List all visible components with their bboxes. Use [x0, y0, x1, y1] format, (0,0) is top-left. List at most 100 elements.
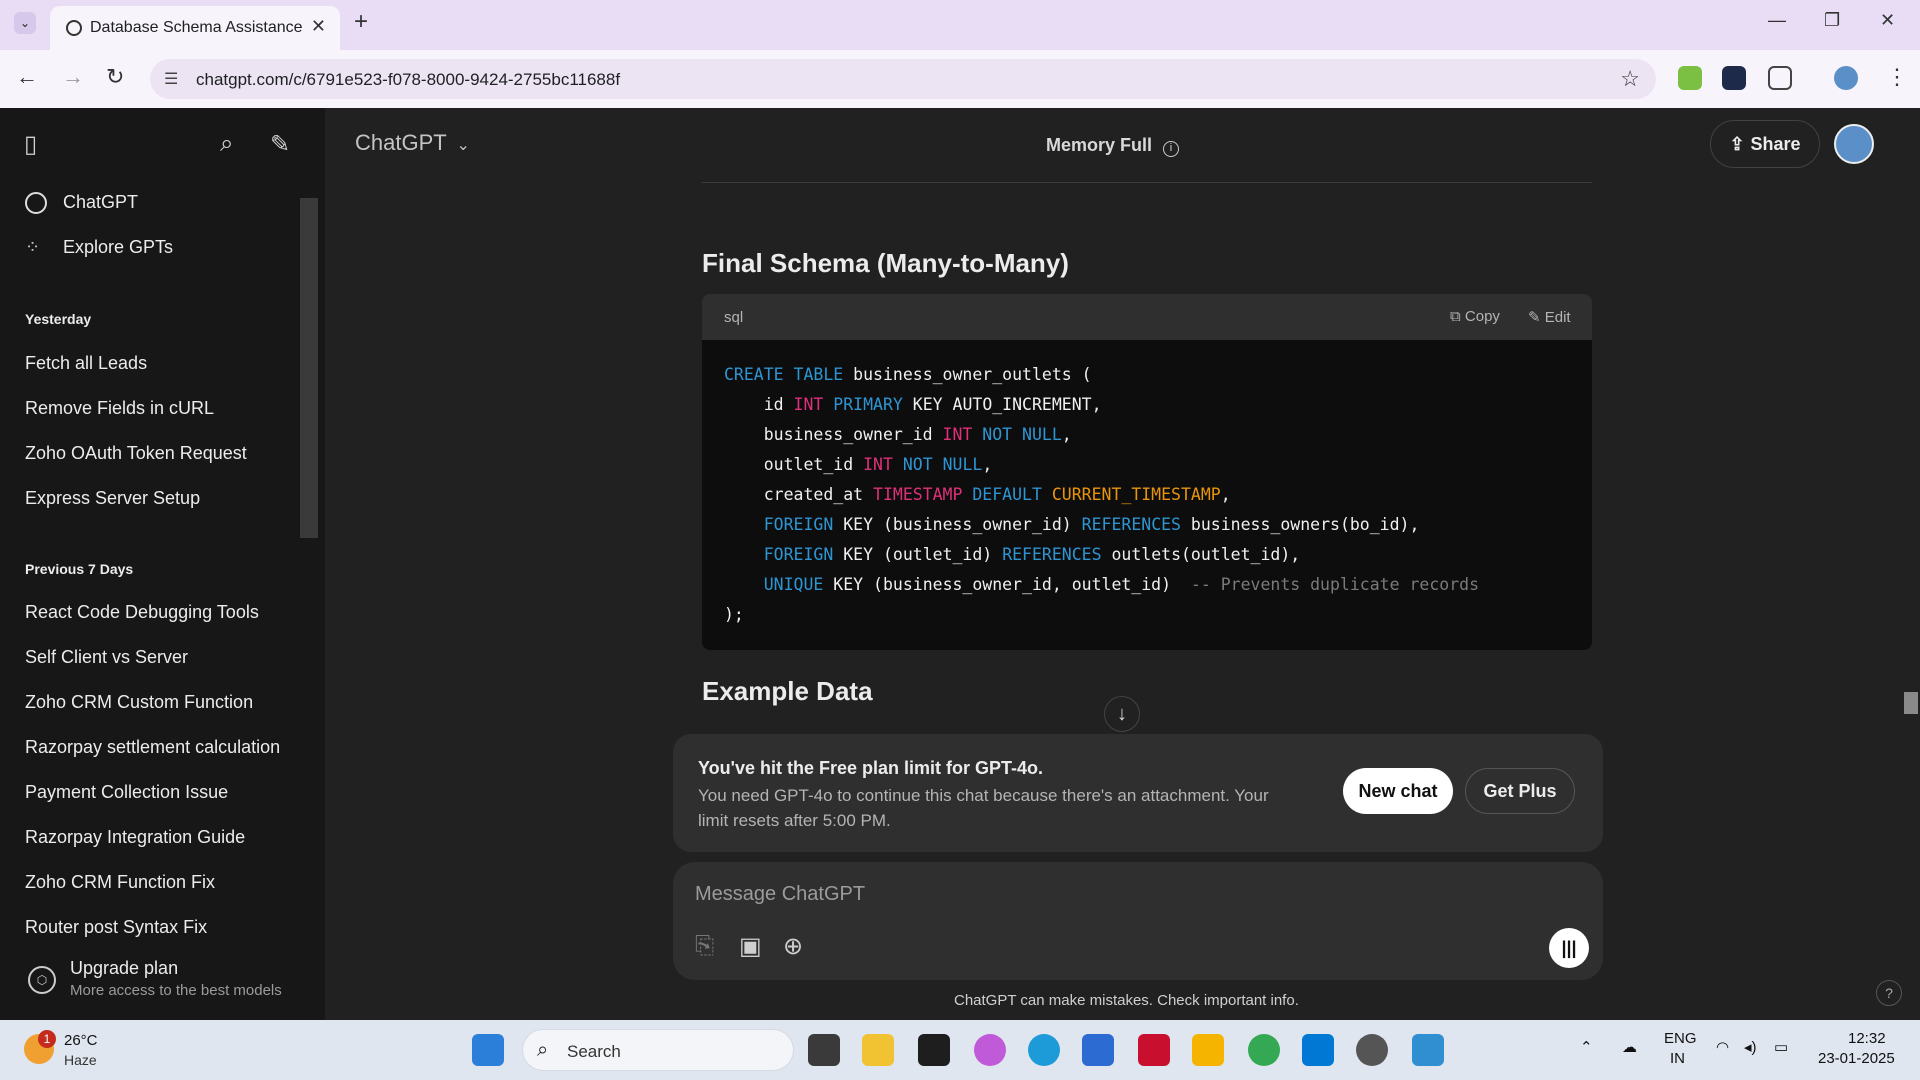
chat-history-item[interactable]: Router post Syntax Fix — [25, 917, 207, 937]
terminal-icon[interactable] — [918, 1034, 950, 1066]
restore-icon[interactable]: ❐ — [1824, 10, 1840, 31]
task-view-icon[interactable] — [808, 1034, 840, 1066]
sidebar-group-heading: Previous 7 Days — [25, 561, 134, 577]
mcafee-icon[interactable] — [1138, 1034, 1170, 1066]
get-plus-button[interactable]: Get Plus — [1465, 768, 1575, 814]
onedrive-cloud-icon[interactable]: ☁ — [1622, 1038, 1637, 1056]
clock-date: 23-01-2025 — [1818, 1050, 1895, 1067]
chatgpt-favicon-icon — [66, 20, 82, 36]
code-line: outlet_id INT NOT NULL, — [724, 455, 993, 474]
chat-history-item[interactable]: React Code Debugging Tools — [25, 602, 259, 623]
search-icon[interactable]: ⌕ — [220, 130, 233, 158]
memory-label: Memory Full — [1046, 135, 1153, 155]
profile-avatar-icon[interactable] — [1834, 66, 1858, 90]
clock-time[interactable]: 12:32 — [1848, 1030, 1886, 1047]
app-icon[interactable] — [1356, 1034, 1388, 1066]
tab-search-dropdown-icon[interactable]: ⌄ — [14, 12, 36, 34]
sidebar-item-explore-gpts[interactable]: ⁘ Explore GPTs — [25, 237, 173, 258]
input-language[interactable]: ENG — [1664, 1030, 1697, 1047]
globe-search-icon[interactable]: ⊕ — [783, 932, 803, 961]
chat-history-item[interactable]: Express Server Setup — [25, 488, 200, 509]
model-selector[interactable]: ChatGPT ⌄ — [355, 130, 470, 156]
attach-paperclip-icon[interactable]: ⎘ — [695, 932, 714, 960]
upgrade-subtitle: More access to the best models — [70, 982, 282, 999]
code-line: ); — [724, 605, 744, 624]
chat-history-item[interactable]: Razorpay Integration Guide — [25, 827, 245, 848]
memory-status[interactable]: Memory Full i — [1046, 135, 1180, 157]
url-text: chatgpt.com/c/6791e523-f078-8000-9424-27… — [196, 70, 621, 89]
chat-history-item[interactable]: Self Client vs Server — [25, 647, 188, 668]
sidebar-item-chatgpt[interactable]: ChatGPT — [25, 192, 138, 215]
frog-extension-icon[interactable] — [1678, 66, 1702, 90]
new-chat-edit-icon[interactable]: ✎ — [270, 130, 290, 159]
address-bar[interactable]: ☰ chatgpt.com/c/6791e523-f078-8000-9424-… — [150, 59, 1656, 99]
browser-menu-icon[interactable]: ⋮ — [1886, 64, 1908, 90]
chat-history-item[interactable]: Payment Collection Issue — [25, 782, 228, 803]
edge-browser-icon[interactable] — [1028, 1034, 1060, 1066]
message-input[interactable] — [695, 876, 1575, 912]
photos-app-icon[interactable] — [1412, 1034, 1444, 1066]
toggle-sidebar-icon[interactable]: ▯ — [24, 130, 37, 159]
upgrade-plan-button[interactable]: ⬡ Upgrade plan More access to the best m… — [0, 946, 325, 1020]
new-chat-button[interactable]: New chat — [1343, 768, 1453, 814]
plan-limit-banner: You've hit the Free plan limit for GPT-4… — [673, 734, 1603, 852]
tools-icon[interactable]: ▣ — [739, 932, 762, 961]
section-heading: Example Data — [702, 676, 873, 706]
edit-code-button[interactable]: ✎ Edit — [1528, 308, 1571, 326]
tray-overflow-icon[interactable]: ⌃ — [1580, 1038, 1593, 1056]
code-line: FOREIGN KEY (business_owner_id) REFERENC… — [763, 515, 1420, 534]
browser-tab-active[interactable]: Database Schema Assistance ✕ — [50, 6, 340, 50]
chat-history-item[interactable]: Zoho CRM Custom Function — [25, 692, 253, 713]
back-icon[interactable]: ← — [16, 64, 38, 90]
code-content: CREATE TABLE business_owner_outlets ( id… — [724, 360, 1479, 630]
site-info-icon[interactable]: ☰ — [164, 69, 178, 89]
help-icon[interactable]: ? — [1876, 980, 1902, 1006]
reload-icon[interactable]: ↻ — [106, 64, 124, 90]
extensions-puzzle-icon[interactable] — [1768, 66, 1792, 90]
limit-message: You need GPT-4o to continue this chat be… — [698, 786, 1269, 830]
share-label: Share — [1750, 134, 1801, 154]
divider — [702, 182, 1592, 183]
bookmark-star-icon[interactable]: ☆ — [1620, 66, 1640, 92]
temperature: 26°C — [64, 1032, 98, 1049]
windows-taskbar: 1 26°C Haze ⌕ Search ⌃ ☁ ENG IN ◠ ◂) ▭ 1… — [0, 1020, 1920, 1080]
copy-icon: ⧉ — [1450, 308, 1465, 325]
edit-label: Edit — [1544, 309, 1571, 326]
chat-history-item[interactable]: Zoho CRM Function Fix — [25, 872, 215, 893]
weather-condition: Haze — [64, 1052, 97, 1068]
windows-start-icon[interactable] — [472, 1034, 504, 1066]
user-avatar[interactable] — [1834, 124, 1874, 164]
message-composer: ⎘ ▣ ⊕ ||| — [673, 862, 1603, 980]
share-button[interactable]: ⇪ Share — [1710, 120, 1820, 168]
chat-history-item[interactable]: Fetch all Leads — [25, 353, 147, 374]
voice-mode-icon[interactable]: ||| — [1549, 928, 1589, 968]
chat-history-item[interactable]: Remove Fields in cURL — [25, 398, 214, 419]
main-scrollbar[interactable] — [1904, 692, 1918, 714]
sidebar-scrollbar[interactable] — [300, 198, 318, 538]
vscode-icon[interactable] — [1302, 1034, 1334, 1066]
copy-code-button[interactable]: ⧉ Copy — [1450, 308, 1500, 325]
chevron-down-icon: ⌄ — [456, 137, 470, 154]
section-heading: Final Schema (Many-to-Many) — [702, 248, 1069, 278]
tab-close-icon[interactable]: ✕ — [311, 16, 326, 37]
copilot-icon[interactable] — [974, 1034, 1006, 1066]
chrome-icon[interactable] — [1248, 1034, 1280, 1066]
volume-icon[interactable]: ◂) — [1744, 1038, 1757, 1056]
info-icon: i — [1163, 141, 1180, 157]
react-devtools-extension-icon[interactable] — [1722, 66, 1746, 90]
minimize-icon[interactable]: — — [1768, 10, 1786, 31]
microsoft-store-icon[interactable] — [1082, 1034, 1114, 1066]
photos-pinwheel-icon[interactable] — [1192, 1034, 1224, 1066]
wifi-icon[interactable]: ◠ — [1716, 1038, 1729, 1056]
chat-history-item[interactable]: Zoho OAuth Token Request — [25, 443, 247, 464]
taskbar-search[interactable]: ⌕ Search — [522, 1029, 794, 1071]
scroll-to-bottom-icon[interactable]: ↓ — [1104, 696, 1140, 732]
chat-history-item[interactable]: Razorpay settlement calculation — [25, 737, 280, 758]
new-tab-icon[interactable]: + — [354, 8, 368, 36]
forward-icon[interactable]: → — [62, 64, 84, 90]
file-explorer-icon[interactable] — [862, 1034, 894, 1066]
battery-icon[interactable]: ▭ — [1774, 1038, 1788, 1056]
upgrade-title: Upgrade plan — [70, 958, 179, 978]
window-close-icon[interactable]: ✕ — [1880, 10, 1895, 31]
tab-title: Database Schema Assistance — [90, 19, 303, 36]
